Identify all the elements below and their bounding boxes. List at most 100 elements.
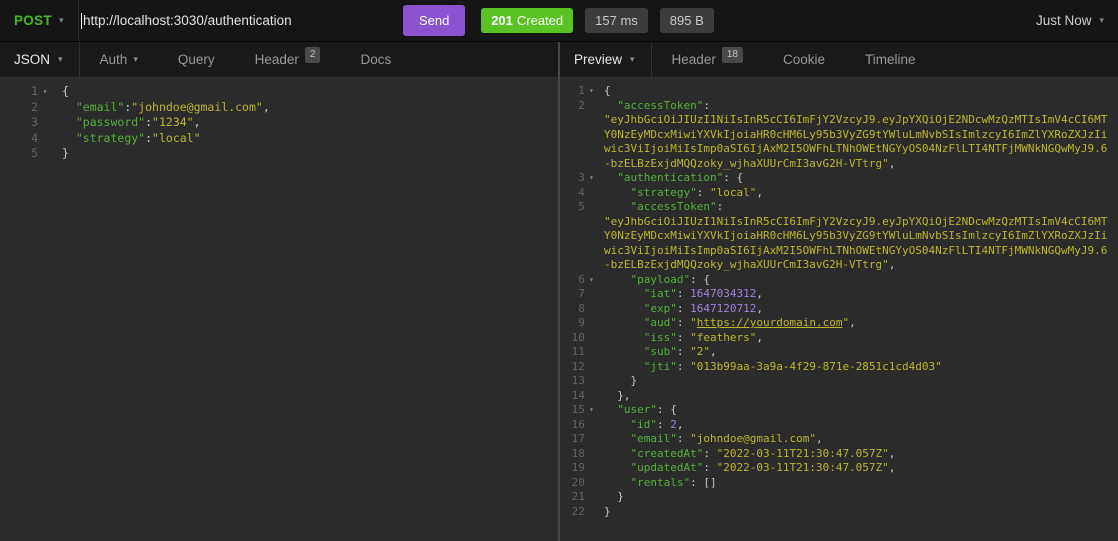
token-punc — [604, 302, 644, 315]
history-label: Just Now — [1035, 13, 1092, 28]
token-punc: : { — [657, 403, 677, 416]
token-punc: : — [696, 185, 710, 199]
fold-gutter — [585, 447, 598, 462]
code-line: 2 "accessToken": "eyJhbGciOiJIUzI1NiIsIn… — [566, 99, 1112, 172]
response-history-dropdown[interactable]: Just Now ▾ — [1036, 13, 1104, 28]
response-tabbar: Preview ▾ Header 18 Cookie Timeline — [560, 42, 1118, 78]
code-line: 16 "id": 2, — [566, 418, 1112, 433]
line-number: 18 — [571, 446, 585, 460]
code-line-content: "strategy":"local" — [62, 131, 552, 147]
code-line-content: "email": "johndoe@gmail.com", — [604, 432, 1112, 447]
code-line: 6 ▾ "payload": { — [566, 273, 1112, 288]
code-line: 4 "strategy":"local" — [6, 131, 552, 147]
response-size-badge: 895 B — [659, 8, 714, 33]
token-punc: : — [703, 461, 717, 474]
url-input[interactable]: http://localhost:3030/authentication — [79, 0, 403, 41]
line-number: 5 — [31, 146, 38, 160]
tab-header[interactable]: Header 18 — [652, 42, 763, 77]
tab-query[interactable]: Query — [158, 42, 235, 77]
token-punc — [604, 287, 644, 300]
token-key: "exp" — [643, 301, 677, 315]
token-punc: }, — [604, 388, 631, 402]
fold-gutter — [38, 100, 52, 116]
fold-arrow-icon[interactable]: ▾ — [38, 84, 52, 100]
token-punc — [62, 100, 76, 114]
token-punc: : { — [690, 272, 710, 286]
code-line: 7 "iat": 1647034312, — [566, 287, 1112, 302]
status-text: Created — [516, 13, 564, 28]
fold-gutter — [585, 432, 598, 447]
token-punc: : — [676, 432, 691, 445]
tab-cookie[interactable]: Cookie — [763, 42, 845, 77]
tab-header[interactable]: Header 2 — [235, 42, 341, 77]
token-punc: : — [703, 98, 717, 112]
code-line: 5} — [6, 146, 552, 162]
code-line: 8 "exp": 1647120712, — [566, 302, 1112, 317]
line-number: 17 — [571, 432, 585, 445]
code-line-content: } — [604, 490, 1112, 505]
token-key: "strategy" — [630, 185, 697, 199]
fold-arrow-icon[interactable]: ▾ — [585, 273, 598, 288]
method-dropdown[interactable]: POST ▾ — [0, 0, 79, 41]
fold-arrow-icon[interactable]: ▾ — [585, 171, 598, 186]
body-type-dropdown[interactable]: JSON ▾ — [0, 42, 80, 77]
fold-gutter — [585, 490, 598, 505]
code-line-content: "sub": "2", — [604, 345, 1112, 360]
chevron-down-icon: ▾ — [630, 54, 635, 64]
code-line: 3 ▾ "authentication": { — [566, 171, 1112, 186]
token-num: 2 — [670, 417, 677, 431]
send-button[interactable]: Send — [403, 5, 466, 36]
token-punc — [604, 461, 631, 474]
line-number: 1 — [578, 84, 585, 97]
token-punc — [604, 447, 631, 460]
token-punc: , — [888, 461, 896, 474]
fold-arrow-icon[interactable]: ▾ — [585, 403, 598, 418]
token-punc — [604, 186, 631, 199]
token-punc: , — [710, 345, 717, 358]
chevron-down-icon: ▾ — [1099, 15, 1105, 25]
token-key: "user" — [617, 403, 657, 416]
url-link[interactable]: https://yourdomain.com — [697, 316, 843, 329]
code-line: 13 } — [566, 374, 1112, 389]
fold-gutter — [585, 200, 598, 215]
fold-gutter — [585, 461, 598, 476]
code-line-content: { — [62, 84, 552, 100]
token-punc: { — [62, 84, 69, 98]
line-number: 19 — [571, 461, 585, 474]
code-line: 5 "accessToken": "eyJhbGciOiJIUzI1NiIsIn… — [566, 200, 1112, 273]
token-punc: , — [888, 446, 896, 460]
line-number: 3 — [31, 115, 38, 129]
tab-timeline[interactable]: Timeline — [845, 42, 936, 77]
code-line: 18 "createdAt": "2022-03-11T21:30:47.057… — [566, 447, 1112, 462]
tab-auth[interactable]: Auth ▾ — [80, 42, 158, 77]
token-punc — [604, 331, 644, 344]
token-punc: : [] — [690, 475, 717, 489]
tab-docs[interactable]: Docs — [340, 42, 411, 77]
code-line: 2 "email":"johndoe@gmail.com", — [6, 100, 552, 116]
fold-gutter — [585, 302, 598, 317]
body-type-label: JSON — [14, 52, 51, 67]
line-number: 11 — [571, 345, 585, 358]
token-punc: , — [756, 301, 763, 315]
token-punc: : — [145, 115, 153, 129]
line-number: 20 — [571, 475, 585, 489]
line-number: 2 — [578, 98, 585, 112]
tab-label: Auth — [99, 52, 128, 67]
fold-gutter — [38, 131, 52, 147]
token-punc: : — [676, 330, 691, 344]
token-key: "iss" — [643, 330, 677, 344]
fold-gutter — [585, 476, 598, 491]
token-punc — [604, 345, 644, 358]
line-number: 8 — [578, 301, 585, 315]
code-line: 22} — [566, 505, 1112, 520]
code-line-content: "email":"johndoe@gmail.com", — [62, 100, 552, 116]
token-punc: : — [676, 316, 691, 329]
token-num: 1647120712 — [690, 301, 757, 315]
response-pane: Preview ▾ Header 18 Cookie Timeline 1 ▾{2 "a… — [560, 42, 1118, 541]
fold-arrow-icon[interactable]: ▾ — [585, 84, 598, 99]
code-line: 20 "rentals": [] — [566, 476, 1112, 491]
preview-mode-dropdown[interactable]: Preview ▾ — [560, 42, 652, 77]
token-str: "local" — [152, 130, 201, 145]
request-body-editor[interactable]: 1 ▾{2 "email":"johndoe@gmail.com", 3 "pass… — [0, 78, 558, 541]
token-key: "rentals" — [630, 475, 691, 489]
